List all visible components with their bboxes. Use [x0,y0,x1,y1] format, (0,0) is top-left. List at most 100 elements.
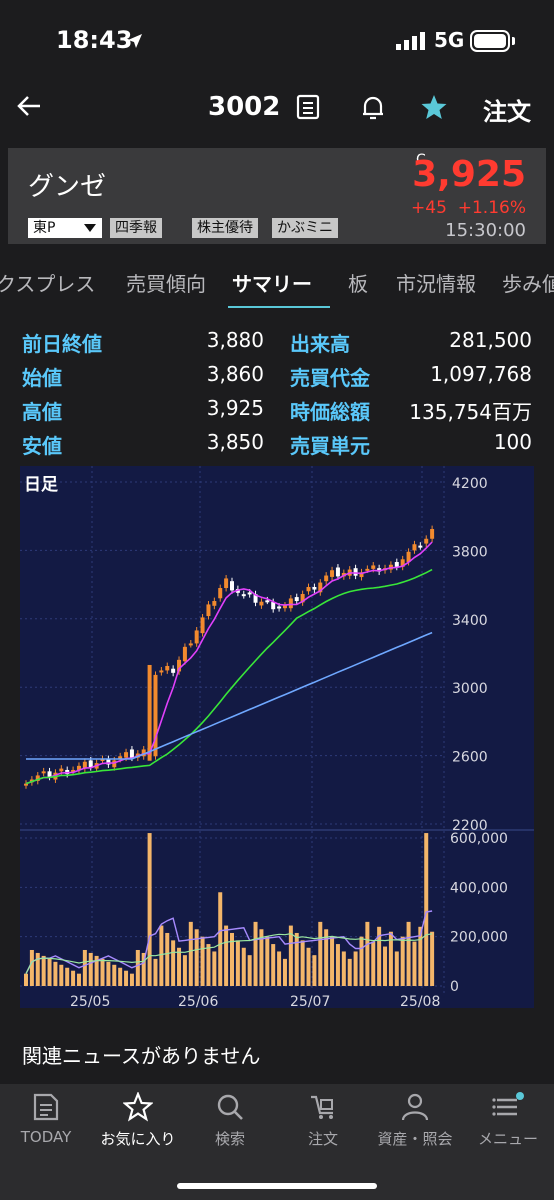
price-tick-label: 2600 [452,750,488,766]
back-arrow-icon[interactable] [16,94,42,118]
volume-bar [177,947,182,986]
tab-search[interactable]: 検索 [184,1092,276,1164]
newspaper-icon [33,1093,59,1121]
volume-bar [100,958,105,986]
volume-bar [194,929,199,986]
volume-bar [82,949,87,986]
volume-bar [330,936,335,986]
summary-row: 前日終値 3,880 出来高 281,500 [0,328,554,362]
candle-body [188,643,193,646]
market-label: 東P [33,220,56,236]
volume-bar [29,949,34,986]
market-select[interactable]: 東P [28,218,102,238]
tab-board[interactable]: 板 [348,268,368,297]
tab-tick[interactable]: 歩み値 [502,268,554,297]
label-market-cap: 時価総額 [290,400,370,424]
volume-bar [147,833,152,986]
search-icon [217,1094,243,1120]
tab-menu[interactable]: メニュー [462,1092,554,1164]
candle-body [124,752,129,758]
value-high: 3,925 [206,396,264,420]
bell-icon[interactable] [360,94,386,122]
candle-body [230,581,234,591]
stock-code: 3002 [208,92,281,122]
change-percent: +1.16% [457,198,526,218]
tab-menu-label: メニュー [477,1130,538,1148]
volume-bar [365,921,370,986]
volume-bar [218,892,223,986]
candle-body [294,597,299,602]
candle-body [247,592,252,595]
candle-body [159,670,164,673]
volume-tick-label: 200,000 [450,930,508,946]
news-section: 関連ニュースがありません [0,1020,554,1084]
value-open: 3,860 [206,362,264,386]
ma-long-line [26,631,433,760]
candle-body [182,646,187,662]
quote-time: 15:30:00 [445,220,526,241]
volume-bar [71,970,76,986]
candle-body [418,545,423,548]
label-unit: 売買単元 [290,434,370,458]
volume-bar [312,955,317,986]
volume-bar [412,941,417,986]
ma-mid-line [25,568,433,785]
daily-chart[interactable]: 4200 3800 3400 3000 2600 2200 600,000 400,000 20… [20,466,534,1008]
label-low: 安値 [22,434,62,458]
value-turnover: 1,097,768 [430,362,532,386]
volume-bar [247,955,252,986]
volume-bar [124,970,129,986]
order-button[interactable]: 注文 [483,92,531,127]
star-filled-icon[interactable] [420,93,448,121]
volume-bar [159,925,164,986]
tag-yutai[interactable]: 株主優待 [192,218,258,238]
tab-summary[interactable]: サマリー [232,268,312,297]
candle-body [306,586,311,592]
volume-bar [241,947,246,986]
volume-bar [24,973,28,986]
tab-today[interactable]: TODAY [0,1092,92,1164]
candle-body [206,604,211,617]
tab-bar: クスプレス 売買傾向 サマリー 板 市況情報 歩み値 [0,256,554,308]
candle-body [394,562,399,567]
candle-body [288,598,293,609]
candle-body [218,588,223,599]
tag-shikiho[interactable]: 四季報 [110,218,162,238]
volume-bar [171,940,176,986]
volume-bar [200,936,205,986]
dropdown-triangle-icon [84,224,96,232]
tab-order[interactable]: 注文 [277,1092,369,1164]
summary-row: 高値 3,925 時価総額 135,754百万 [0,396,554,430]
tab-market-info[interactable]: 市況情報 [396,268,476,297]
home-indicator [177,1183,377,1189]
person-icon [401,1093,429,1121]
candle-body [59,768,64,772]
volume-bar [265,936,270,986]
volume-bar [35,952,40,986]
candle-body [259,601,264,606]
document-icon[interactable] [296,94,320,120]
candle-body [424,538,429,544]
tag-kabumini[interactable]: かぶミニ [272,218,338,238]
summary-row: 安値 3,850 売買単元 100 [0,430,554,464]
tab-assets[interactable]: 資産・照会 [369,1092,461,1164]
candle-body [412,544,417,551]
volume-tick-label: 400,000 [450,880,508,896]
volume-bar [353,951,358,986]
tab-today-label: TODAY [20,1128,72,1146]
volume-bar [165,932,170,986]
volume-bar [112,964,117,986]
stock-name: グンゼ [28,172,107,202]
volume-bar [188,921,193,986]
tab-express[interactable]: クスプレス [0,268,95,297]
volume-bar [277,951,282,986]
label-turnover: 売買代金 [290,366,370,390]
candle-body [353,568,358,576]
value-low: 3,850 [206,430,264,454]
active-tab-indicator [228,306,330,308]
candle-body [165,665,170,671]
tab-trend[interactable]: 売買傾向 [126,268,206,297]
tab-favorites[interactable]: お気に入り [92,1092,184,1164]
volume-bar [306,947,311,986]
volume-bar [300,940,305,986]
